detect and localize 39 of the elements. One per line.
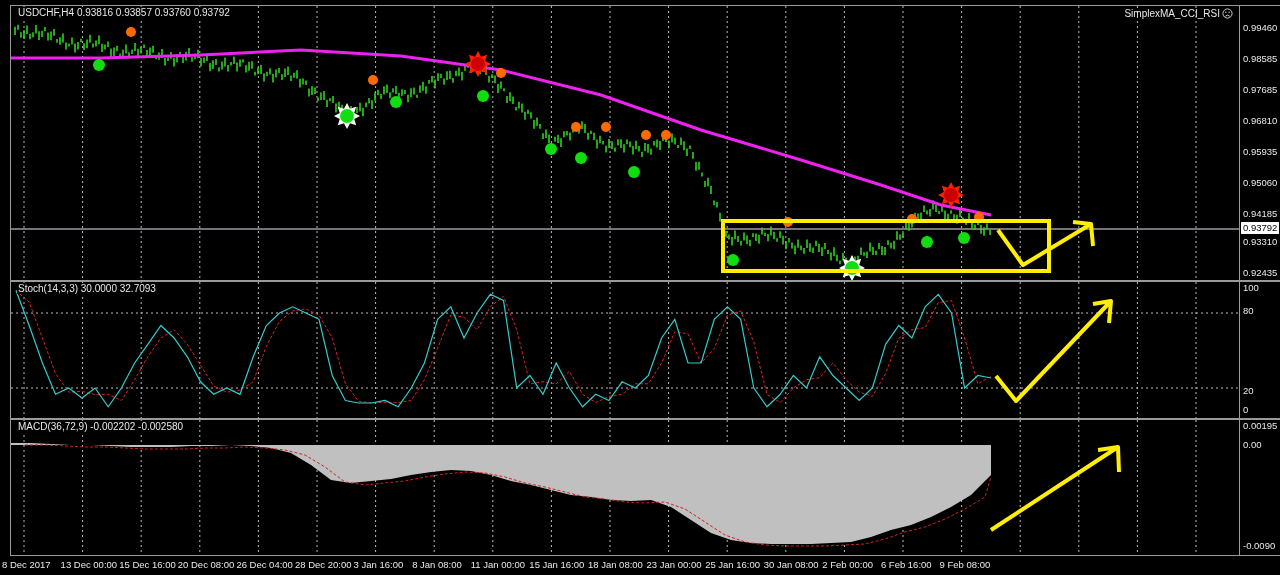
stochastic-axis-label: 20 [1243, 385, 1254, 397]
macd-axis-label: 0.00 [1243, 439, 1262, 451]
time-label: 2 Feb 00:00 [822, 559, 875, 570]
macd-axis-label: 0.00195 [1243, 420, 1278, 432]
chart-header: USDCHF,H4 0.93816 0.93857 0.93760 0.93792 [17, 7, 231, 18]
indicator-name: SimplexMA_CCI_RSI [1124, 8, 1220, 19]
price-label: 0.94185 [1243, 208, 1278, 220]
price-label: 0.95060 [1243, 177, 1278, 189]
time-label: 8 Dec 2017 [2, 559, 52, 570]
stochastic-axis-label: 0 [1243, 404, 1249, 416]
time-label: 23 Jan 00:00 [646, 559, 703, 570]
time-label: 25 Jan 16:00 [705, 559, 762, 570]
time-label: 18 Jan 08:00 [587, 559, 644, 570]
price-label: 0.98585 [1243, 53, 1278, 65]
macd-axis-label: -0.0090 [1243, 540, 1276, 552]
time-label: 3 Jan 16:00 [353, 559, 405, 570]
price-label: 0.99460 [1243, 22, 1278, 34]
time-label: 28 Dec 20:00 [294, 559, 353, 570]
time-label: 15 Dec 16:00 [119, 559, 177, 570]
price-label: 0.96810 [1243, 115, 1278, 127]
price-label: 0.97685 [1243, 84, 1278, 96]
price-label: 0.93310 [1243, 236, 1278, 248]
stochastic-label: Stoch(14,3,3) 30.0000 32.7093 [17, 283, 157, 294]
stochastic-axis-label: 100 [1243, 282, 1259, 294]
time-label: 13 Dec 00:00 [60, 559, 119, 570]
price-label: 0.92435 [1243, 267, 1278, 279]
time-label: 9 Feb 08:00 [939, 559, 992, 570]
time-label: 8 Jan 08:00 [412, 559, 463, 570]
time-label: 6 Feb 16:00 [880, 559, 933, 570]
time-label: 26 Dec 04:00 [236, 559, 294, 570]
time-label: 15 Jan 16:00 [529, 559, 586, 570]
sad-face-icon [1222, 8, 1233, 19]
time-label: 30 Jan 08:00 [763, 559, 820, 570]
macd-label: MACD(36,72,9) -0.002202 -0.002580 [17, 421, 185, 432]
current-price-label: 0.93792 [1241, 222, 1280, 234]
time-label: 20 Dec 08:00 [177, 559, 236, 570]
stochastic-axis-label: 80 [1243, 305, 1254, 317]
time-label: 11 Jan 00:00 [470, 559, 526, 570]
price-label: 0.95935 [1243, 146, 1278, 158]
